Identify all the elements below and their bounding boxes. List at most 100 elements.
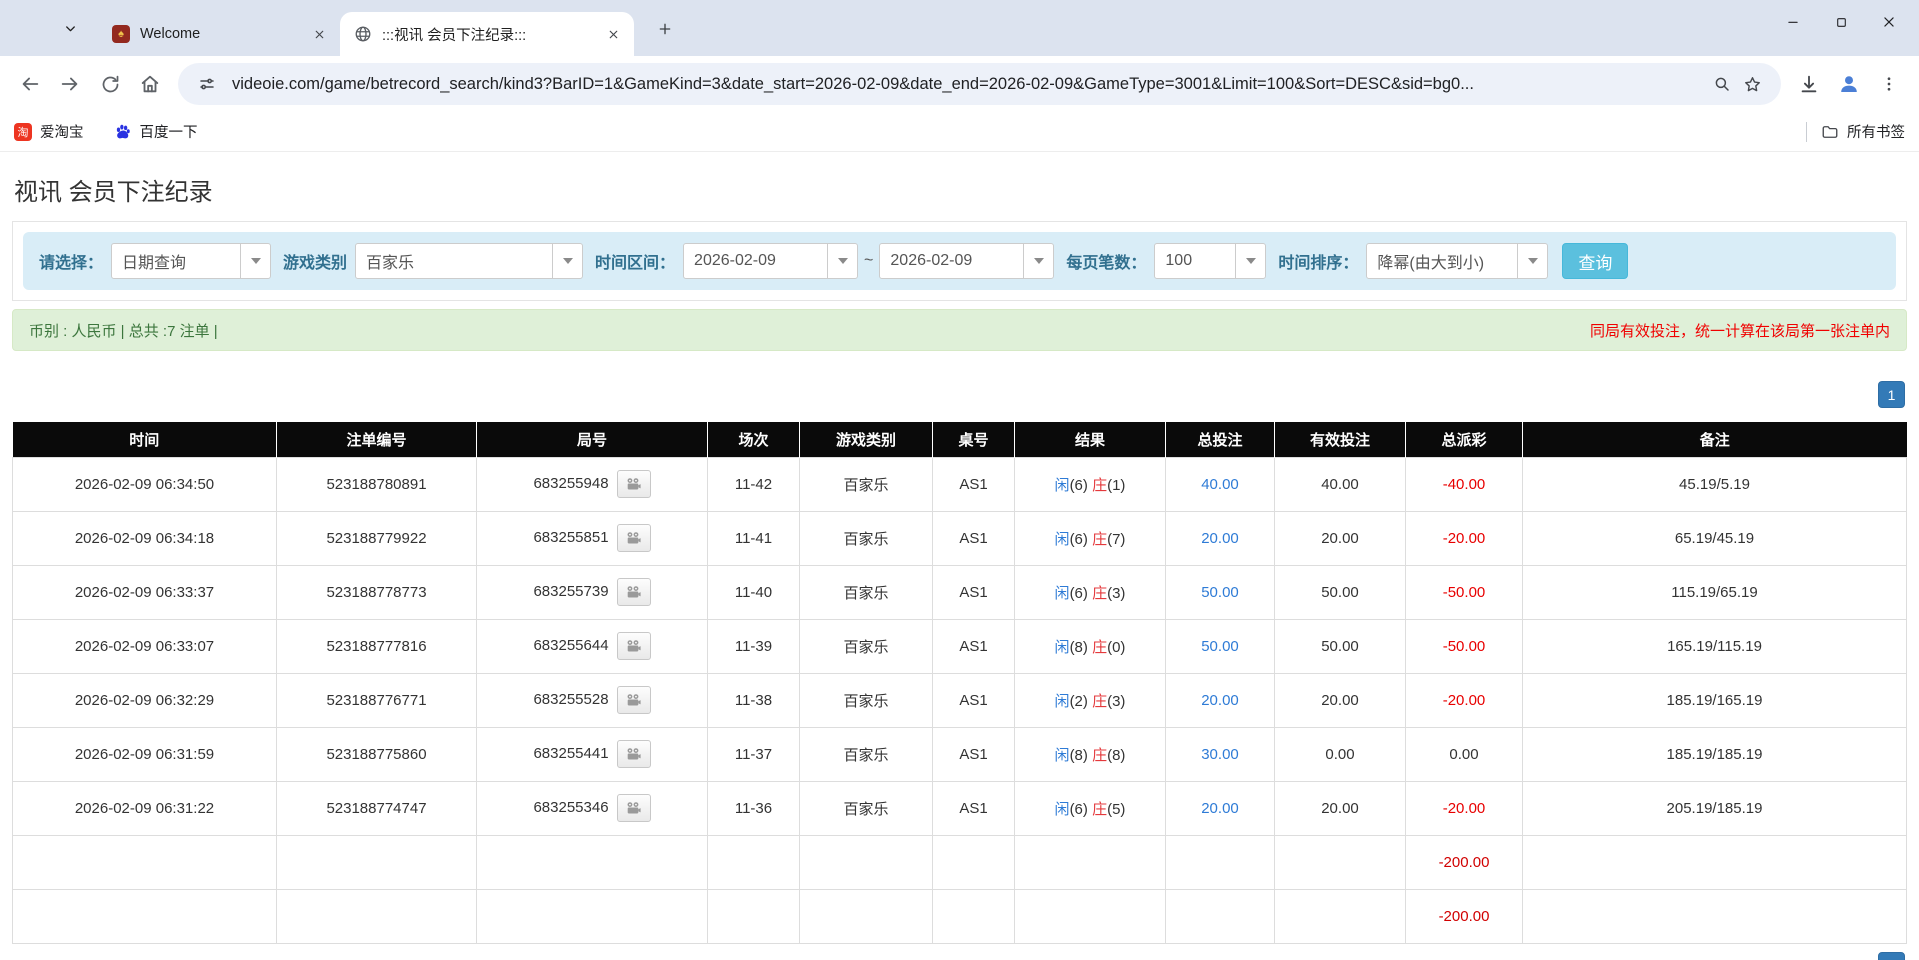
game-type-label: 游戏类别	[283, 255, 348, 272]
time-sort-label: 时间排序：	[1278, 255, 1359, 272]
video-replay-button[interactable]	[616, 686, 651, 714]
tab-close-icon[interactable]	[308, 23, 330, 45]
all-bookmarks-label: 所有书签	[1847, 125, 1905, 141]
round-number: 683255346	[533, 798, 609, 816]
sum-empty	[932, 834, 1015, 890]
bookmark-aitaobao[interactable]: 淘 爱淘宝	[14, 121, 84, 142]
tab-search-button[interactable]	[56, 14, 84, 42]
video-replay-button[interactable]	[616, 578, 651, 606]
cell-result: 闲(8) 庄(8)	[1014, 726, 1166, 782]
zoom-icon[interactable]	[1707, 69, 1737, 99]
taobao-icon: 淘	[14, 122, 32, 141]
search-button[interactable]: 查询	[1562, 243, 1629, 279]
cell-remark: 185.19/185.19	[1522, 726, 1907, 782]
cell-session: 11-41	[707, 510, 800, 566]
result-player: 闲	[1054, 584, 1070, 602]
filter-bar: 请选择： 日期查询 游戏类别 百家乐 时间区间： 2026-02-09 ~ 20…	[23, 232, 1896, 290]
tab-betrecord[interactable]: :::视讯 会员下注纪录:::	[340, 12, 634, 56]
video-replay-button[interactable]	[616, 524, 651, 552]
kebab-menu-icon	[1887, 77, 1891, 91]
cell-payout: -50.00	[1405, 618, 1523, 674]
dropdown-arrow-icon	[1517, 244, 1547, 278]
tab-close-icon[interactable]	[602, 23, 624, 45]
result-player: 闲	[1054, 692, 1070, 710]
video-replay-button[interactable]	[616, 740, 651, 768]
page-size-value: 100	[1165, 252, 1193, 269]
cell-valid-bet: 20.00	[1274, 780, 1406, 836]
tab-strip: ♠ Welcome :::视讯 会员下注纪录:::	[0, 0, 1919, 56]
round-number: 683255644	[533, 636, 609, 654]
cell-remark: 65.19/45.19	[1522, 510, 1907, 566]
cell-total-bet: 30.00	[1165, 726, 1275, 782]
cell-result: 闲(2) 庄(3)	[1014, 672, 1166, 728]
url-text[interactable]: videoie.com/game/betrecord_search/kind3?…	[232, 75, 1697, 94]
tab-title: Welcome	[140, 26, 201, 42]
browser-menu-button[interactable]	[1869, 64, 1909, 104]
video-replay-button[interactable]	[616, 470, 651, 498]
cell-table-number: AS1	[932, 672, 1015, 728]
site-settings-icon[interactable]	[192, 69, 222, 99]
date-start-value: 2026-02-09	[694, 252, 776, 269]
cell-total-bet: 50.00	[1165, 564, 1275, 620]
downloads-button[interactable]	[1789, 64, 1829, 104]
page-1-button[interactable]: 1	[1878, 951, 1905, 960]
page-1-button[interactable]: 1	[1878, 381, 1905, 408]
time-sort-select[interactable]: 降幂(由大到小)	[1366, 243, 1549, 279]
sum-empty	[1522, 834, 1907, 890]
cell-game-type: 百家乐	[799, 672, 933, 728]
profile-avatar[interactable]	[1829, 64, 1869, 104]
cell-bet-number: 523188774747	[276, 780, 477, 836]
column-header: 总派彩	[1405, 422, 1523, 457]
column-header: 桌号	[932, 422, 1015, 457]
date-start-select[interactable]: 2026-02-09	[683, 243, 859, 279]
result-banker: 庄	[1092, 692, 1108, 710]
reload-icon	[102, 75, 118, 92]
page-size-select[interactable]: 100	[1154, 243, 1267, 279]
new-tab-button[interactable]	[652, 16, 678, 42]
back-button[interactable]	[10, 64, 50, 104]
currency-total-text: 币别 : 人民币 | 总共 :7 注单 |	[29, 322, 218, 340]
sum-payout: -200.00	[1405, 888, 1523, 944]
tab-welcome[interactable]: ♠ Welcome	[98, 12, 340, 56]
game-type-select[interactable]: 百家乐	[355, 243, 584, 279]
film-icon	[627, 585, 641, 597]
sum-empty	[707, 834, 800, 890]
video-replay-button[interactable]	[616, 632, 651, 660]
sum-empty	[1522, 888, 1907, 944]
reload-button[interactable]	[90, 64, 130, 104]
page-title: 视讯 会员下注纪录	[14, 179, 213, 206]
home-button[interactable]	[130, 64, 170, 104]
cell-table-number: AS1	[932, 564, 1015, 620]
forward-button[interactable]	[50, 64, 90, 104]
dropdown-arrow-icon	[240, 244, 270, 278]
query-type-select[interactable]: 日期查询	[111, 243, 272, 279]
minimize-button[interactable]	[1769, 0, 1817, 44]
tab-title: :::视讯 会员下注纪录:::	[382, 27, 527, 44]
url-bar[interactable]: videoie.com/game/betrecord_search/kind3?…	[178, 63, 1781, 105]
game-type-value: 百家乐	[366, 255, 415, 272]
cell-round-number: 683255441	[476, 726, 708, 782]
cell-round-number: 683255851	[476, 510, 708, 566]
table-row: 2026-02-09 06:33:37 523188778773 683255739…	[12, 564, 1907, 620]
select-type-label: 请选择：	[39, 255, 104, 272]
cell-game-type: 百家乐	[799, 618, 933, 674]
cell-valid-bet: 0.00	[1274, 726, 1406, 782]
video-replay-button[interactable]	[616, 794, 651, 822]
column-header: 时间	[12, 422, 277, 457]
maximize-button[interactable]	[1817, 0, 1865, 44]
dropdown-arrow-icon	[827, 244, 857, 278]
close-button[interactable]	[1865, 0, 1913, 44]
cell-time: 2026-02-09 06:34:18	[12, 510, 277, 566]
cell-session: 11-36	[707, 780, 800, 836]
table-row: 2026-02-09 06:33:07 523188777816 683255644…	[12, 618, 1907, 674]
bookmarks-bar: 淘 爱淘宝 百度一下 所有书签	[0, 112, 1919, 152]
cell-game-type: 百家乐	[799, 456, 933, 512]
cell-session: 11-37	[707, 726, 800, 782]
date-end-select[interactable]: 2026-02-09	[879, 243, 1055, 279]
all-bookmarks[interactable]: 所有书签	[1806, 121, 1905, 142]
result-player: 闲	[1054, 746, 1070, 764]
cell-table-number: AS1	[932, 456, 1015, 512]
bookmark-baidu[interactable]: 百度一下	[114, 121, 198, 142]
bookmark-star-icon[interactable]	[1737, 69, 1767, 99]
query-type-value: 日期查询	[122, 255, 187, 272]
